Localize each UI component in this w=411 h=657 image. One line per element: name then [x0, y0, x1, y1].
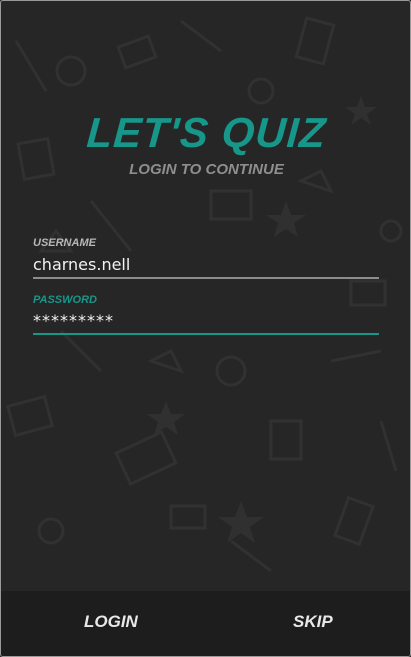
skip-button[interactable]: SKIP: [293, 612, 333, 632]
password-input[interactable]: [33, 307, 379, 335]
bottom-action-bar: [1, 591, 410, 656]
username-input[interactable]: [33, 251, 379, 279]
login-subtitle: LOGIN TO CONTINUE: [129, 161, 284, 178]
password-label: PASSWORD: [33, 294, 97, 306]
username-label: USERNAME: [33, 237, 96, 249]
login-button[interactable]: LOGIN: [84, 612, 138, 632]
app-screen: LET'S QUIZ LOGIN TO CONTINUE USERNAME PA…: [0, 0, 411, 657]
app-title: LET'S QUIZ: [85, 109, 328, 156]
